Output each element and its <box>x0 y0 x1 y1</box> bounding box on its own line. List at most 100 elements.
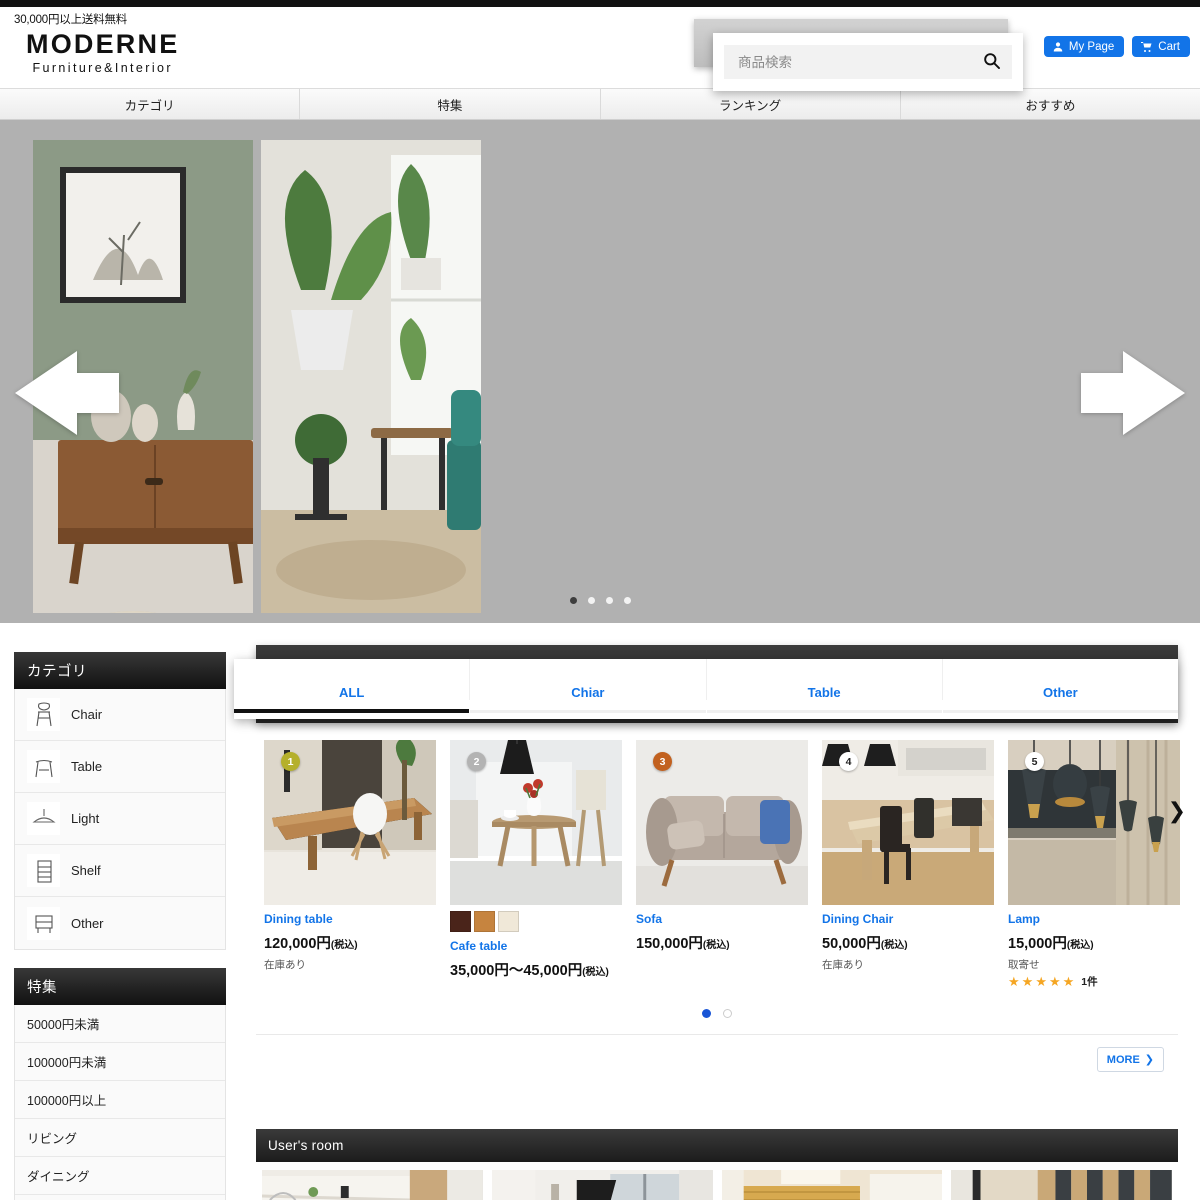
search-box[interactable] <box>724 45 1012 79</box>
sidebar-feature-list: 50000円未満 100000円未満 100000円以上 リビング ダイニング … <box>14 1005 226 1200</box>
product-tax-note: (税込) <box>330 940 358 951</box>
sidebar-item-label: Shelf <box>71 863 101 878</box>
rank-badge: 3 <box>653 752 672 771</box>
product-name[interactable]: Lamp <box>1008 912 1180 926</box>
product-tabs: ALL Chiar Table Other <box>234 659 1179 719</box>
rank-badge: 5 <box>1025 752 1044 771</box>
my-page-button[interactable]: My Page <box>1043 36 1125 57</box>
sidebar-feature-living[interactable]: リビング <box>15 1119 225 1157</box>
chevron-right-icon: ❯ <box>1144 1054 1154 1066</box>
more-button[interactable]: MORE ❯ <box>1096 1047 1164 1072</box>
sidebar-feature-bedroom[interactable]: 寝室 <box>15 1195 225 1200</box>
product-dot-2[interactable] <box>723 1009 732 1018</box>
sidebar-item-label: Table <box>71 759 103 774</box>
product-stock: 取寄せ <box>1008 959 1040 971</box>
color-swatch[interactable] <box>498 911 519 932</box>
search-icon <box>982 51 1001 73</box>
color-swatch[interactable] <box>450 911 471 932</box>
product-image[interactable]: 2 <box>450 740 622 905</box>
sidebar-feature-over-100000[interactable]: 100000円以上 <box>15 1081 225 1119</box>
search-submit-button[interactable] <box>979 51 1004 73</box>
product-card[interactable]: 5 Lamp 15,000円(税込) 取寄せ ★ ★ ★ ★ ★ 1件 <box>1008 740 1180 989</box>
chair-icon <box>27 698 60 731</box>
sidebar-item-label: Other <box>71 915 104 931</box>
product-price: 15,000円(税込) <box>1008 932 1180 953</box>
product-price: 35,000円〜45,000円(税込) <box>450 959 622 980</box>
sidebar-item-light[interactable]: Light <box>15 793 225 845</box>
hero-slide-next[interactable] <box>261 140 481 613</box>
star-icon: ★ <box>1062 974 1075 989</box>
sidebar-feature-under-100000[interactable]: 100000円未満 <box>15 1043 225 1081</box>
users-room-thumb[interactable] <box>491 1170 713 1200</box>
color-swatch[interactable] <box>474 911 495 932</box>
users-room-thumbnails <box>256 1162 1178 1200</box>
product-carousel: 1 Dining table 120,000円(税込) 在庫あり 2 Cafe … <box>256 740 1186 1072</box>
product-price: 120,000円(税込) <box>264 932 436 953</box>
product-next-arrow[interactable]: ❯ <box>1168 800 1186 822</box>
product-name[interactable]: Dining Chair <box>822 912 994 926</box>
product-card[interactable]: 1 Dining table 120,000円(税込) 在庫あり <box>264 740 436 989</box>
sidebar-feature-dining[interactable]: ダイニング <box>15 1157 225 1195</box>
product-tax-note: (税込) <box>582 967 609 978</box>
product-dot-1[interactable] <box>702 1009 711 1018</box>
nav-item-recommend[interactable]: おすすめ <box>901 89 1200 119</box>
nav-item-ranking[interactable]: ランキング <box>601 89 901 119</box>
product-carousel-dots <box>256 1009 1178 1018</box>
nav-item-feature[interactable]: 特集 <box>300 89 601 119</box>
user-icon <box>1052 41 1064 53</box>
product-name[interactable]: Dining table <box>264 912 436 926</box>
other-icon <box>27 906 60 940</box>
product-price-value: 35,000円〜45,000円 <box>450 963 583 979</box>
users-room-thumb[interactable] <box>951 1170 1172 1200</box>
sidebar-category-list: Chair Table Light Shelf Other <box>14 689 226 950</box>
users-room-thumb[interactable] <box>721 1170 943 1200</box>
rank-badge: 4 <box>839 752 858 771</box>
product-image[interactable]: 5 <box>1008 740 1180 905</box>
more-label: MORE <box>1106 1053 1140 1066</box>
hero-prev-arrow[interactable] <box>15 351 119 435</box>
hero-dot-4[interactable] <box>623 597 631 604</box>
product-card[interactable]: 4 Dining Chair 50,000円(税込) 在庫あり <box>822 740 994 989</box>
hero-dots <box>0 597 1200 604</box>
search-panel <box>713 33 1023 91</box>
product-image[interactable]: 4 <box>822 740 994 905</box>
sidebar-item-label: Chair <box>71 707 103 722</box>
star-icon: ★ <box>1048 974 1061 989</box>
product-price-value: 15,000円 <box>1008 936 1067 952</box>
sidebar-item-shelf[interactable]: Shelf <box>15 845 225 897</box>
header-actions: My Page Cart <box>1043 36 1190 57</box>
product-tax-note: (税込) <box>880 940 908 951</box>
tab-other[interactable]: Other <box>942 659 1179 713</box>
light-icon <box>27 802 60 835</box>
product-card[interactable]: 2 Cafe table 35,000円〜45,000円(税込) <box>450 740 622 989</box>
hero-dot-3[interactable] <box>605 597 613 604</box>
product-card[interactable]: 3 Sofa 150,000円(税込) <box>636 740 808 989</box>
cart-button[interactable]: Cart <box>1132 36 1190 57</box>
my-page-label: My Page <box>1068 40 1115 53</box>
tab-all[interactable]: ALL <box>234 659 471 713</box>
sidebar-feature-under-50000[interactable]: 50000円未満 <box>15 1005 225 1043</box>
users-room-section: User's room <box>256 1129 1178 1200</box>
rank-badge: 2 <box>467 752 486 771</box>
product-image[interactable]: 3 <box>636 740 808 905</box>
hero-dot-1[interactable] <box>569 597 577 604</box>
hero-carousel <box>0 120 1200 623</box>
users-room-thumb[interactable] <box>262 1170 483 1200</box>
product-image[interactable]: 1 <box>264 740 436 905</box>
nav-item-category[interactable]: カテゴリ <box>0 89 301 119</box>
sidebar-item-table[interactable]: Table <box>15 741 225 793</box>
sidebar-item-chair[interactable]: Chair <box>15 689 225 741</box>
star-icon: ★ <box>1035 974 1047 989</box>
hero-dot-2[interactable] <box>587 597 595 604</box>
tab-chair[interactable]: Chiar <box>470 659 707 713</box>
hero-next-arrow[interactable] <box>1081 351 1185 435</box>
sidebar-feature-title: 特集 <box>14 968 226 1005</box>
tab-table[interactable]: Table <box>706 659 943 713</box>
logo-main-text: MODERNE <box>26 29 180 59</box>
product-name[interactable]: Sofa <box>636 912 808 926</box>
product-name[interactable]: Cafe table <box>450 939 622 953</box>
product-tax-note: (税込) <box>702 940 730 951</box>
search-input[interactable] <box>738 54 979 70</box>
site-logo[interactable]: MODERNE Furniture&Interior <box>26 29 180 76</box>
sidebar-item-other[interactable]: Other <box>15 897 225 949</box>
